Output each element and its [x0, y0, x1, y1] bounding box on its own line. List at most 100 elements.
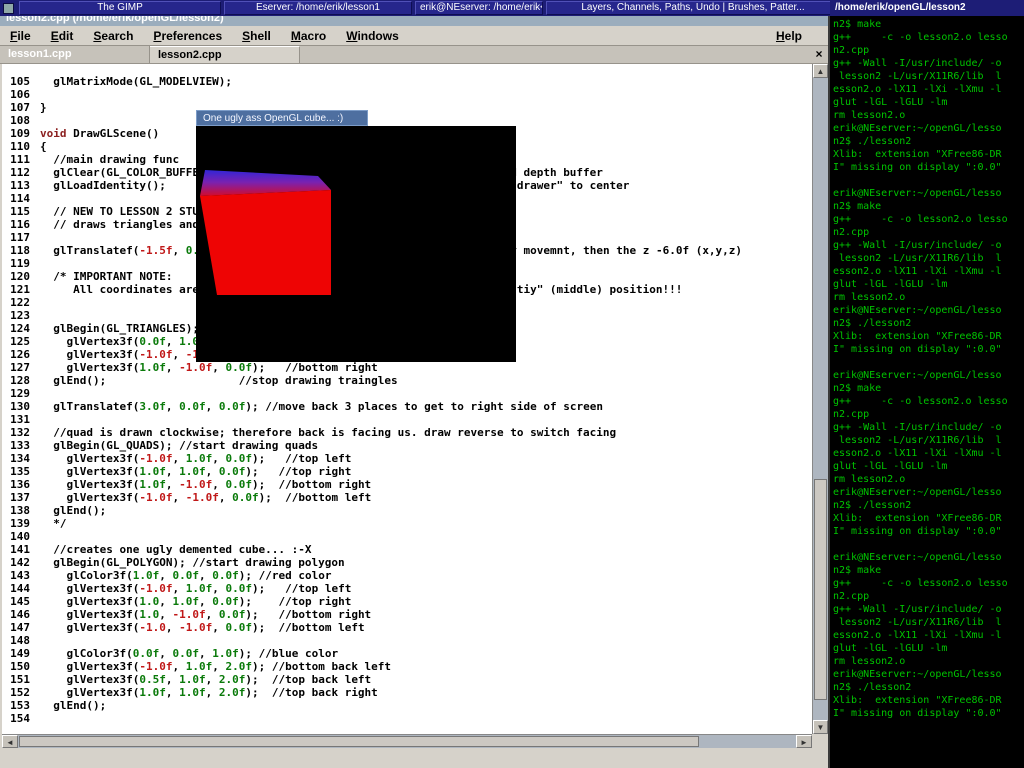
line-number: 106: [2, 88, 40, 101]
line-number: 153: [2, 699, 40, 712]
line-number: 108: [2, 114, 40, 127]
code-line: 130 glTranslatef(3.0f, 0.0f, 0.0f); //mo…: [2, 400, 812, 413]
line-number: 122: [2, 296, 40, 309]
line-number: 147: [2, 621, 40, 634]
tab-close-button[interactable]: ×: [810, 46, 828, 63]
desktop: lesson2.cpp (/home/erik/openGL/lesson2) …: [0, 0, 1024, 768]
code-text: glTranslatef(3.0f, 0.0f, 0.0f); //move b…: [40, 400, 603, 413]
terminal-line: Xlib: extension "XFree86-DR: [833, 148, 1024, 161]
terminal-titlebar[interactable]: /home/erik/openGL/lesson2: [830, 0, 1024, 16]
code-line: 139 */: [2, 517, 812, 530]
menu-preferences[interactable]: Preferences: [143, 29, 232, 43]
terminal-line: lesson2 -L/usr/X11R6/lib l: [833, 252, 1024, 265]
cube-front-face: [200, 190, 331, 295]
code-text: glBegin(GL_QUADS); //start drawing quads: [40, 439, 318, 452]
line-number: 112: [2, 166, 40, 179]
line-number: 145: [2, 595, 40, 608]
terminal-line: Xlib: extension "XFree86-DR: [833, 694, 1024, 707]
taskbar: The GIMPEserver: /home/erik/lesson1erik@…: [0, 0, 830, 16]
menu-windows[interactable]: Windows: [336, 29, 409, 43]
tab-lesson2.cpp[interactable]: lesson2.cpp: [150, 46, 300, 63]
close-icon: ×: [815, 47, 822, 61]
code-text: [40, 114, 47, 127]
taskbar-window-button[interactable]: Eserver: /home/erik/lesson1: [224, 1, 412, 15]
tab-lesson1.cpp[interactable]: lesson1.cpp: [0, 46, 150, 63]
code-line: 141 //creates one ugly demented cube... …: [2, 543, 812, 556]
line-number: 149: [2, 647, 40, 660]
line-number: 105: [2, 75, 40, 88]
terminal-line: rm lesson2.o: [833, 109, 1024, 122]
menu-macro[interactable]: Macro: [281, 29, 336, 43]
menu-help[interactable]: Help: [766, 29, 812, 43]
code-text: glEnd();: [40, 504, 106, 517]
code-line: 134 glVertex3f(-1.0f, 1.0f, 0.0f); //top…: [2, 452, 812, 465]
line-number: 118: [2, 244, 40, 257]
terminal-line: esson2.o -lX11 -lXi -lXmu -l: [833, 265, 1024, 278]
vertical-scrollbar[interactable]: ▲ ▼: [812, 64, 828, 734]
terminal-line: n2$ ./lesson2: [833, 317, 1024, 330]
code-line: 133 glBegin(GL_QUADS); //start drawing q…: [2, 439, 812, 452]
taskbar-window-button[interactable]: erik@NEserver: /home/erik<4>: [415, 1, 543, 15]
code-line: 154: [2, 712, 812, 725]
terminal-line: erik@NEserver:~/openGL/lesso: [833, 304, 1024, 317]
terminal-line: rm lesson2.o: [833, 291, 1024, 304]
line-number: 128: [2, 374, 40, 387]
opengl-titlebar[interactable]: One ugly ass OpenGL cube... :): [196, 110, 368, 126]
code-text: glVertex3f(-1.0f, 1.0f, 0.0f); //top lef…: [40, 582, 351, 595]
menu-shell[interactable]: Shell: [232, 29, 281, 43]
scroll-right-icon[interactable]: ►: [796, 735, 812, 748]
horizontal-scrollbar-thumb[interactable]: [19, 736, 699, 747]
scroll-up-icon[interactable]: ▲: [813, 64, 828, 78]
line-number: 133: [2, 439, 40, 452]
code-text: glVertex3f(1.0f, -1.0f, 0.0f); //bottom …: [40, 361, 378, 374]
line-number: 150: [2, 660, 40, 673]
terminal-line: esson2.o -lX11 -lXi -lXmu -l: [833, 83, 1024, 96]
code-text: glVertex3f(-1.0f, 1.0f, 2.0f); //bottom …: [40, 660, 391, 673]
terminal-line: g++ -c -o lesson2.o lesso: [833, 577, 1024, 590]
code-line: 106: [2, 88, 812, 101]
code-text: glVertex3f(-1.0f, -1.0f, 0.0f); //bottom…: [40, 491, 371, 504]
line-number: 110: [2, 140, 40, 153]
line-number: 138: [2, 504, 40, 517]
code-line: 150 glVertex3f(-1.0f, 1.0f, 2.0f); //bot…: [2, 660, 812, 673]
code-text: */: [40, 517, 67, 530]
code-text: [40, 257, 47, 270]
scroll-down-icon[interactable]: ▼: [813, 720, 828, 734]
horizontal-scrollbar[interactable]: ◄ ►: [2, 734, 812, 748]
vertical-scrollbar-thumb[interactable]: [814, 479, 827, 700]
taskbar-menu-icon[interactable]: [3, 3, 14, 14]
terminal-line: [833, 356, 1024, 369]
menu-search[interactable]: Search: [83, 29, 143, 43]
terminal-line: rm lesson2.o: [833, 473, 1024, 486]
opengl-canvas: [196, 126, 516, 362]
terminal-line: n2.cpp: [833, 408, 1024, 421]
code-text: [40, 712, 47, 725]
line-number: 117: [2, 231, 40, 244]
scroll-left-icon[interactable]: ◄: [2, 735, 18, 748]
menu-file[interactable]: File: [0, 29, 41, 43]
terminal-line: n2$ ./lesson2: [833, 499, 1024, 512]
code-text: {: [40, 140, 47, 153]
code-line: 138 glEnd();: [2, 504, 812, 517]
taskbar-window-button[interactable]: Layers, Channels, Paths, Undo | Brushes,…: [546, 1, 830, 15]
terminal-line: g++ -Wall -I/usr/include/ -o: [833, 421, 1024, 434]
code-text: glVertex3f(-1.0, -1.0f, 0.0f); //bottom …: [40, 621, 365, 634]
code-line: 149 glColor3f(0.0f, 0.0f, 1.0f); //blue …: [2, 647, 812, 660]
line-number: 111: [2, 153, 40, 166]
line-number: 131: [2, 413, 40, 426]
line-number: 139: [2, 517, 40, 530]
menu-edit[interactable]: Edit: [41, 29, 84, 43]
code-text: [40, 413, 47, 426]
code-line: 143 glColor3f(1.0f, 0.0f, 0.0f); //red c…: [2, 569, 812, 582]
taskbar-window-button[interactable]: The GIMP: [19, 1, 221, 15]
line-number: 132: [2, 426, 40, 439]
line-number: 107: [2, 101, 40, 114]
opengl-window: One ugly ass OpenGL cube... :): [196, 110, 516, 362]
terminal-output[interactable]: n2$ makeg++ -c -o lesson2.o lesson2.cppg…: [830, 16, 1024, 768]
terminal-line: glut -lGL -lGLU -lm: [833, 278, 1024, 291]
terminal-line: esson2.o -lX11 -lXi -lXmu -l: [833, 629, 1024, 642]
tabbar: lesson1.cpplesson2.cpp ×: [0, 46, 828, 64]
line-number: 148: [2, 634, 40, 647]
line-number: 121: [2, 283, 40, 296]
line-number: 115: [2, 205, 40, 218]
